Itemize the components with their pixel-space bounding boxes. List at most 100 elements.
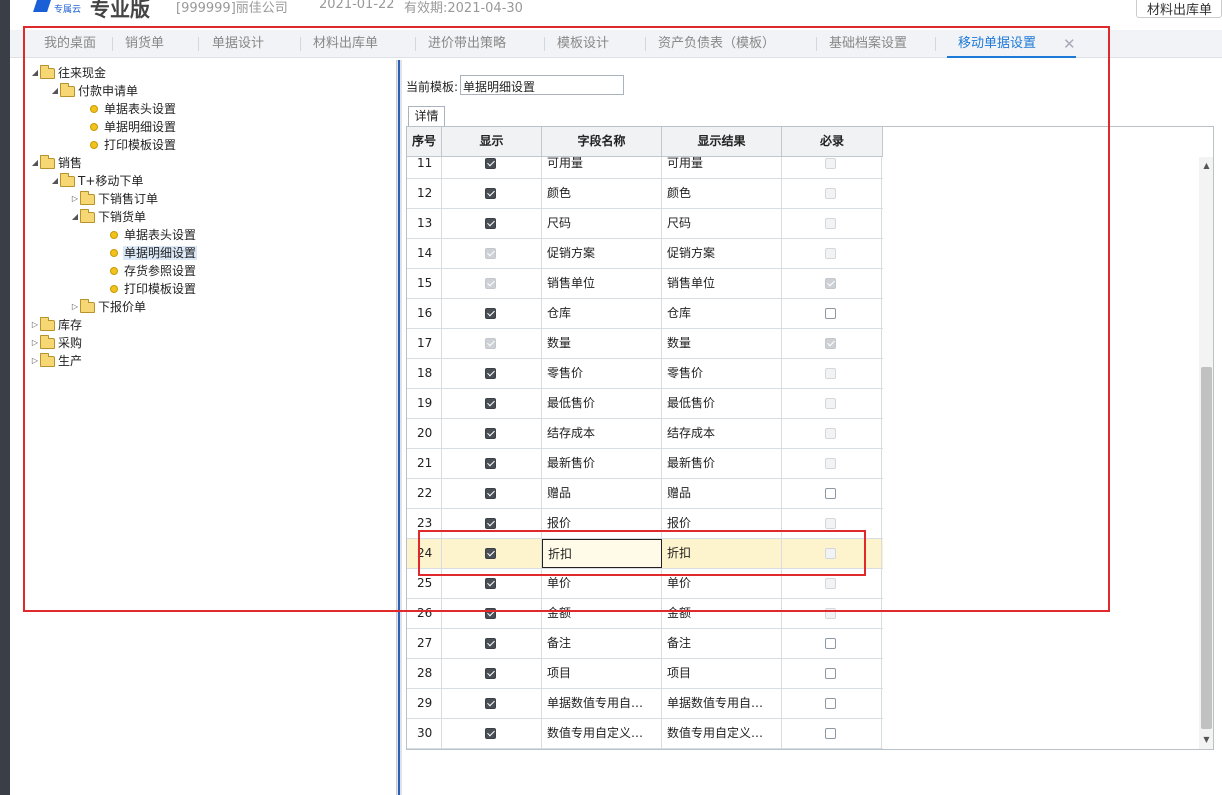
cell-display-result[interactable]: 数值专用自定义… [662, 719, 782, 748]
column-header-field-name[interactable]: 字段名称 [542, 127, 662, 157]
cell-field-name[interactable]: 销售单位 [542, 269, 662, 298]
tab-doc-design[interactable]: 单据设计 [212, 30, 264, 58]
expanded-icon[interactable]: ◢ [70, 208, 80, 226]
table-row[interactable]: 17 数量 数量 [407, 329, 883, 359]
tab-template-design[interactable]: 模板设计 [557, 30, 609, 58]
show-checkbox[interactable] [485, 698, 496, 709]
table-row[interactable]: 13 尺码 尺码 [407, 209, 883, 239]
show-checkbox[interactable] [485, 308, 496, 319]
table-row[interactable]: 14 促销方案 促销方案 [407, 239, 883, 269]
tree-node-sales-order[interactable]: ▷ 下销售订单 [70, 190, 159, 208]
cell-display-result[interactable]: 尺码 [662, 209, 782, 238]
required-checkbox[interactable] [825, 308, 836, 319]
table-row[interactable]: 26 金额 金额 [407, 599, 883, 629]
close-icon[interactable]: ✕ [1063, 30, 1076, 58]
show-checkbox[interactable] [485, 218, 496, 229]
show-checkbox[interactable] [485, 158, 496, 169]
cell-display-result[interactable]: 最低售价 [662, 389, 782, 418]
expanded-icon[interactable]: ◢ [30, 64, 40, 82]
cell-display-result[interactable]: 结存成本 [662, 419, 782, 448]
cell-display-result[interactable]: 赠品 [662, 479, 782, 508]
cell-field-name[interactable]: 颜色 [542, 179, 662, 208]
required-checkbox[interactable] [825, 728, 836, 739]
show-checkbox[interactable] [485, 428, 496, 439]
tree-leaf-print-template[interactable]: 打印模板设置 [90, 136, 177, 154]
tree-node-quotation[interactable]: ▷ 下报价单 [70, 298, 147, 316]
table-row[interactable]: 28 项目 项目 [407, 659, 883, 689]
cell-field-name[interactable]: 备注 [542, 629, 662, 658]
cell-field-name[interactable]: 数值专用自定义… [542, 719, 662, 748]
cell-field-name[interactable]: 促销方案 [542, 239, 662, 268]
cell-display-result[interactable]: 报价 [662, 509, 782, 538]
cell-display-result[interactable]: 可用量 [662, 157, 782, 178]
column-header-display-result[interactable]: 显示结果 [662, 127, 782, 157]
cell-field-name[interactable]: 单据数值专用自… [542, 689, 662, 718]
show-checkbox[interactable] [485, 608, 496, 619]
show-checkbox[interactable] [485, 548, 496, 559]
tab-balance-sheet[interactable]: 资产负债表（模板） [658, 30, 775, 58]
required-checkbox[interactable] [825, 668, 836, 679]
cell-display-result[interactable]: 金额 [662, 599, 782, 628]
collapsed-icon[interactable]: ▷ [70, 190, 80, 208]
tree-leaf-header-settings[interactable]: 单据表头设置 [110, 226, 197, 244]
show-checkbox[interactable] [485, 668, 496, 679]
tree-leaf-inventory-reference[interactable]: 存货参照设置 [110, 262, 197, 280]
cell-field-name[interactable]: 报价 [542, 509, 662, 538]
tab-desktop[interactable]: 我的桌面 [44, 30, 96, 58]
cell-field-name[interactable]: 结存成本 [542, 419, 662, 448]
show-checkbox[interactable] [485, 368, 496, 379]
show-checkbox[interactable] [485, 488, 496, 499]
table-row[interactable]: 12 颜色 颜色 [407, 179, 883, 209]
scrollbar-thumb[interactable] [1201, 367, 1212, 729]
cell-field-name[interactable]: 赠品 [542, 479, 662, 508]
table-row[interactable]: 18 零售价 零售价 [407, 359, 883, 389]
scroll-up-icon[interactable]: ▲ [1199, 159, 1213, 173]
tree-node-mobile-order[interactable]: ◢ T+移动下单 [50, 172, 144, 190]
tab-mobile-doc-settings[interactable]: 移动单据设置 [958, 30, 1036, 58]
cell-field-name[interactable]: 最新售价 [542, 449, 662, 478]
table-row[interactable]: 21 最新售价 最新售价 [407, 449, 883, 479]
cell-field-name[interactable]: 金额 [542, 599, 662, 628]
cell-field-name[interactable]: 最低售价 [542, 389, 662, 418]
table-row[interactable]: 23 报价 报价 [407, 509, 883, 539]
tree-node-cash[interactable]: ◢ 往来现金 [30, 64, 107, 82]
tab-details[interactable]: 详情 [408, 106, 445, 126]
column-header-required[interactable]: 必录 [782, 127, 883, 157]
expanded-icon[interactable]: ◢ [30, 154, 40, 172]
tree-node-production[interactable]: ▷ 生产 [30, 352, 83, 370]
tree-node-payment-request[interactable]: ◢ 付款申请单 [50, 82, 139, 100]
collapsed-icon[interactable]: ▷ [30, 334, 40, 352]
cell-field-name[interactable]: 单价 [542, 569, 662, 598]
tab-purchase-price-strategy[interactable]: 进价带出策略 [428, 30, 506, 58]
cell-display-result[interactable]: 销售单位 [662, 269, 782, 298]
table-row[interactable]: 25 单价 单价 [407, 569, 883, 599]
cell-display-result[interactable]: 项目 [662, 659, 782, 688]
show-checkbox[interactable] [485, 188, 496, 199]
tree-node-sales-delivery[interactable]: ◢ 下销货单 [70, 208, 147, 226]
show-checkbox[interactable] [485, 398, 496, 409]
cell-display-result[interactable]: 颜色 [662, 179, 782, 208]
cell-field-name[interactable]: 尺码 [542, 209, 662, 238]
table-row[interactable]: 19 最低售价 最低售价 [407, 389, 883, 419]
grid-vertical-scrollbar[interactable]: ▲ ▼ [1199, 157, 1213, 749]
show-checkbox[interactable] [485, 728, 496, 739]
column-header-show[interactable]: 显示 [442, 127, 542, 157]
table-row[interactable]: 16 仓库 仓库 [407, 299, 883, 329]
tab-basic-archive[interactable]: 基础档案设置 [829, 30, 907, 58]
scroll-down-icon[interactable]: ▼ [1199, 733, 1213, 747]
splitter-handle[interactable] [398, 60, 400, 795]
cell-field-name[interactable]: 仓库 [542, 299, 662, 328]
tree-node-sales[interactable]: ◢ 销售 [30, 154, 83, 172]
table-row[interactable]: 20 结存成本 结存成本 [407, 419, 883, 449]
tree-node-inventory[interactable]: ▷ 库存 [30, 316, 83, 334]
column-header-no[interactable]: 序号 [407, 127, 442, 157]
cell-display-result[interactable]: 折扣 [662, 539, 782, 568]
tab-material-out[interactable]: 材料出库单 [313, 30, 378, 58]
cell-display-result[interactable]: 数量 [662, 329, 782, 358]
collapsed-icon[interactable]: ▷ [70, 298, 80, 316]
tab-sales-delivery[interactable]: 销货单 [125, 30, 164, 58]
cell-display-result[interactable]: 单据数值专用自… [662, 689, 782, 718]
table-row[interactable]: 15 销售单位 销售单位 [407, 269, 883, 299]
show-checkbox[interactable] [485, 638, 496, 649]
required-checkbox[interactable] [825, 638, 836, 649]
